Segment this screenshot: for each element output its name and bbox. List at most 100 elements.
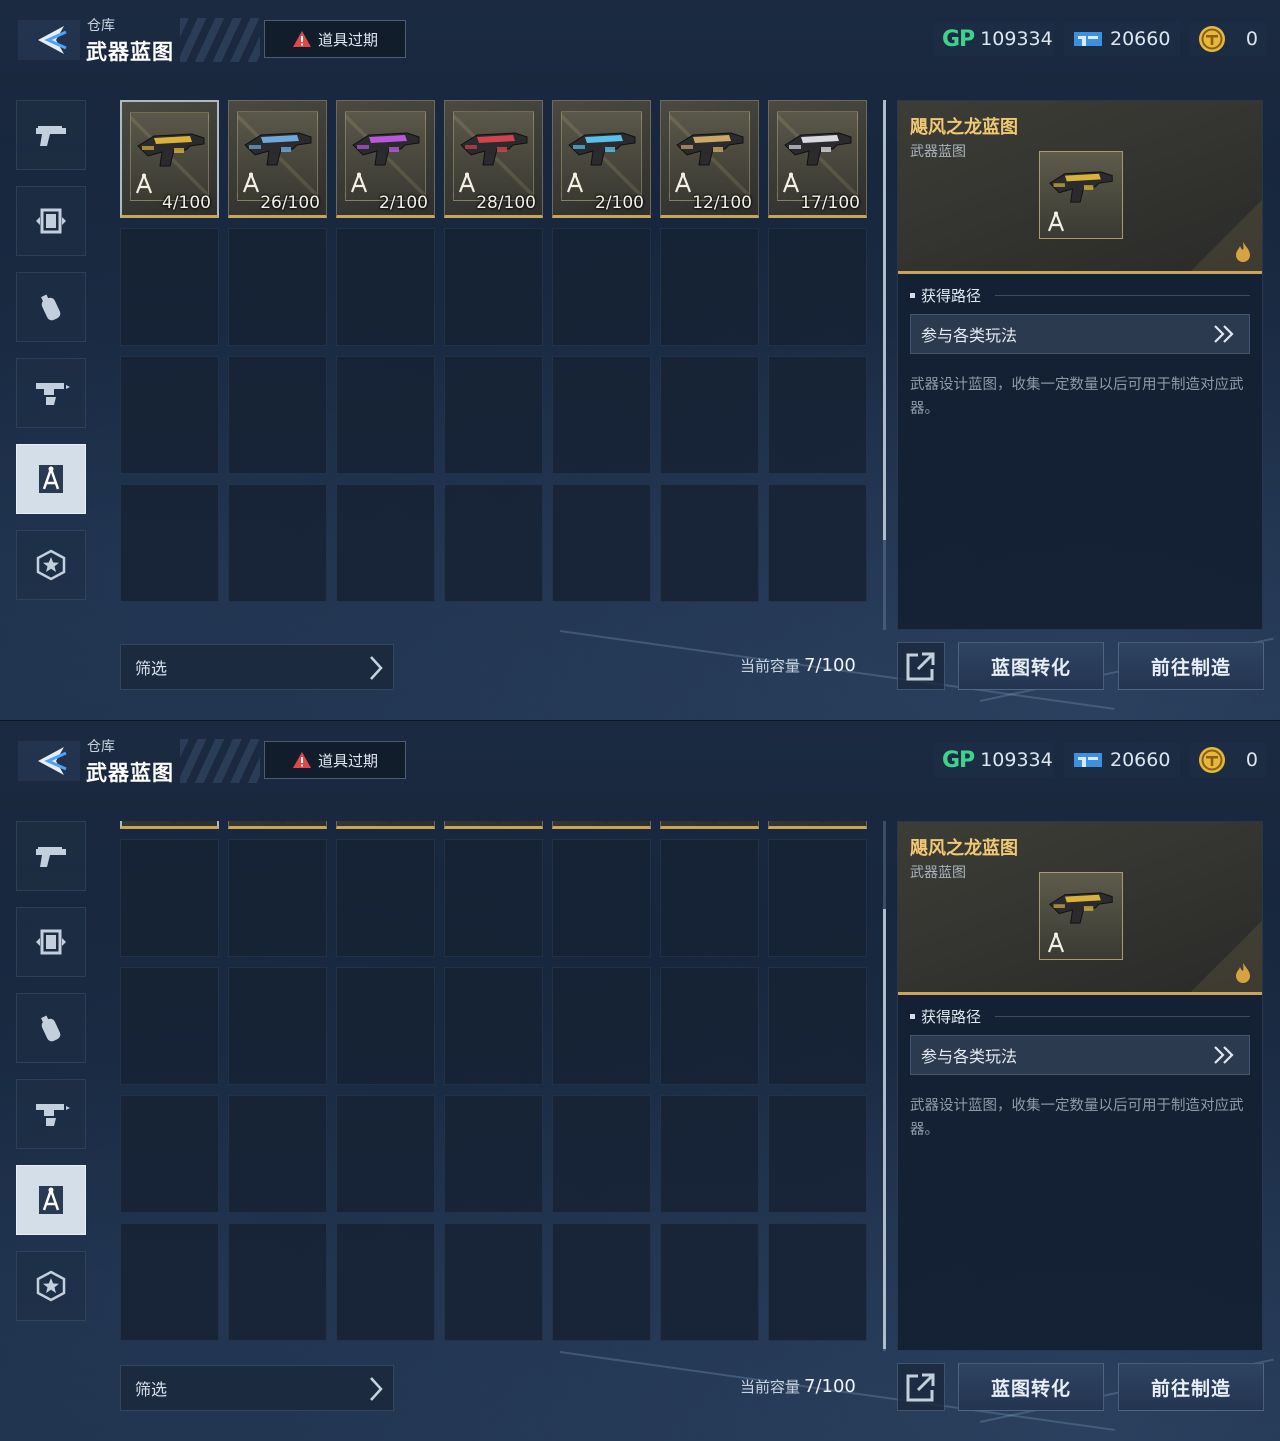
share-button[interactable]: [897, 1363, 945, 1411]
empty-slot[interactable]: [120, 839, 219, 957]
empty-slot[interactable]: [768, 484, 867, 602]
empty-slot[interactable]: [660, 1223, 759, 1341]
empty-slot[interactable]: [228, 1095, 327, 1213]
empty-slot[interactable]: [120, 356, 219, 474]
empty-slot[interactable]: [768, 228, 867, 346]
sidebar-tab-throwables[interactable]: [16, 993, 86, 1063]
gp-currency[interactable]: GP 109334: [934, 22, 1054, 56]
empty-slot[interactable]: [120, 1095, 219, 1213]
item-expired-button[interactable]: 道具过期: [264, 741, 406, 779]
blueprint-slot[interactable]: 2/100: [552, 100, 651, 218]
scrollbar-thumb[interactable]: [883, 909, 886, 1349]
empty-slot[interactable]: [660, 1095, 759, 1213]
empty-slot[interactable]: [228, 967, 327, 1085]
empty-slot[interactable]: [444, 228, 543, 346]
back-button[interactable]: [18, 741, 80, 781]
blueprint-slot[interactable]: 12/100: [660, 821, 759, 829]
scrollbar-thumb[interactable]: [883, 100, 886, 540]
blueprint-slot[interactable]: 28/100: [444, 100, 543, 218]
ticket-currency[interactable]: 20660: [1064, 22, 1180, 56]
empty-slot[interactable]: [552, 1095, 651, 1213]
empty-slot[interactable]: [444, 356, 543, 474]
blueprint-slot[interactable]: 17/100: [768, 821, 867, 829]
blueprint-slot[interactable]: 4/100: [120, 100, 219, 218]
empty-slot[interactable]: [120, 484, 219, 602]
sidebar-tab-parts[interactable]: [16, 358, 86, 428]
blueprint-slot[interactable]: 17/100: [768, 100, 867, 218]
empty-slot[interactable]: [336, 356, 435, 474]
empty-slot[interactable]: [336, 484, 435, 602]
sidebar-tab-parts[interactable]: [16, 1079, 86, 1149]
sidebar-tab-frames[interactable]: [16, 907, 86, 977]
sidebar-tab-blueprints[interactable]: [16, 444, 86, 514]
empty-slot[interactable]: [552, 356, 651, 474]
empty-slot[interactable]: [444, 967, 543, 1085]
empty-slot[interactable]: [444, 1095, 543, 1213]
blueprint-slot[interactable]: 12/100: [660, 100, 759, 218]
filter-button[interactable]: 筛选: [120, 644, 394, 690]
empty-slot[interactable]: [768, 1223, 867, 1341]
empty-slot[interactable]: [552, 839, 651, 957]
empty-slot[interactable]: [120, 228, 219, 346]
empty-slot[interactable]: [120, 967, 219, 1085]
empty-slot[interactable]: [336, 228, 435, 346]
gp-currency[interactable]: GP 109334: [934, 743, 1054, 777]
empty-slot[interactable]: [660, 356, 759, 474]
blueprint-slot[interactable]: 2/100: [336, 100, 435, 218]
sidebar-tab-weapons[interactable]: [16, 100, 86, 170]
empty-slot[interactable]: [228, 839, 327, 957]
blueprint-slot[interactable]: 26/100: [228, 821, 327, 829]
back-button[interactable]: [18, 20, 80, 60]
go-craft-button[interactable]: 前往制造: [1118, 1363, 1264, 1411]
empty-slot[interactable]: [660, 839, 759, 957]
blueprint-slot[interactable]: 2/100: [552, 821, 651, 829]
empty-slot[interactable]: [228, 484, 327, 602]
empty-slot[interactable]: [552, 1223, 651, 1341]
empty-slot[interactable]: [336, 1095, 435, 1213]
sidebar-tab-frames[interactable]: [16, 186, 86, 256]
sidebar-tab-throwables[interactable]: [16, 272, 86, 342]
filter-button[interactable]: 筛选: [120, 1365, 394, 1411]
share-button[interactable]: [897, 642, 945, 690]
empty-slot[interactable]: [444, 484, 543, 602]
inventory-scrollbar[interactable]: [883, 100, 886, 630]
sidebar-tab-badges[interactable]: [16, 1251, 86, 1321]
empty-slot[interactable]: [444, 1223, 543, 1341]
empty-slot[interactable]: [228, 356, 327, 474]
empty-slot[interactable]: [768, 967, 867, 1085]
header-decoration: [180, 739, 260, 783]
empty-slot[interactable]: [552, 484, 651, 602]
empty-slot[interactable]: [768, 356, 867, 474]
empty-slot[interactable]: [660, 228, 759, 346]
coin-currency[interactable]: 0: [1190, 743, 1266, 777]
empty-slot[interactable]: [552, 967, 651, 1085]
sidebar-tab-weapons[interactable]: [16, 821, 86, 891]
blueprint-convert-button[interactable]: 蓝图转化: [958, 642, 1104, 690]
empty-slot[interactable]: [660, 484, 759, 602]
sidebar-tab-badges[interactable]: [16, 530, 86, 600]
empty-slot[interactable]: [336, 839, 435, 957]
sidebar-tab-blueprints[interactable]: [16, 1165, 86, 1235]
empty-slot[interactable]: [768, 1095, 867, 1213]
empty-slot[interactable]: [336, 967, 435, 1085]
empty-slot[interactable]: [660, 967, 759, 1085]
blueprint-slot[interactable]: 28/100: [444, 821, 543, 829]
go-craft-button[interactable]: 前往制造: [1118, 642, 1264, 690]
empty-slot[interactable]: [228, 1223, 327, 1341]
ticket-currency[interactable]: 20660: [1064, 743, 1180, 777]
blueprint-convert-button[interactable]: 蓝图转化: [958, 1363, 1104, 1411]
item-expired-button[interactable]: 道具过期: [264, 20, 406, 58]
blueprint-slot[interactable]: 4/100: [120, 821, 219, 829]
inventory-scrollbar[interactable]: [883, 821, 886, 1351]
empty-slot[interactable]: [120, 1223, 219, 1341]
source-gameplay-button[interactable]: 参与各类玩法: [910, 314, 1250, 354]
empty-slot[interactable]: [768, 839, 867, 957]
blueprint-slot[interactable]: 2/100: [336, 821, 435, 829]
empty-slot[interactable]: [336, 1223, 435, 1341]
empty-slot[interactable]: [552, 228, 651, 346]
coin-currency[interactable]: 0: [1190, 22, 1266, 56]
blueprint-slot[interactable]: 26/100: [228, 100, 327, 218]
source-gameplay-button[interactable]: 参与各类玩法: [910, 1035, 1250, 1075]
empty-slot[interactable]: [444, 839, 543, 957]
empty-slot[interactable]: [228, 228, 327, 346]
